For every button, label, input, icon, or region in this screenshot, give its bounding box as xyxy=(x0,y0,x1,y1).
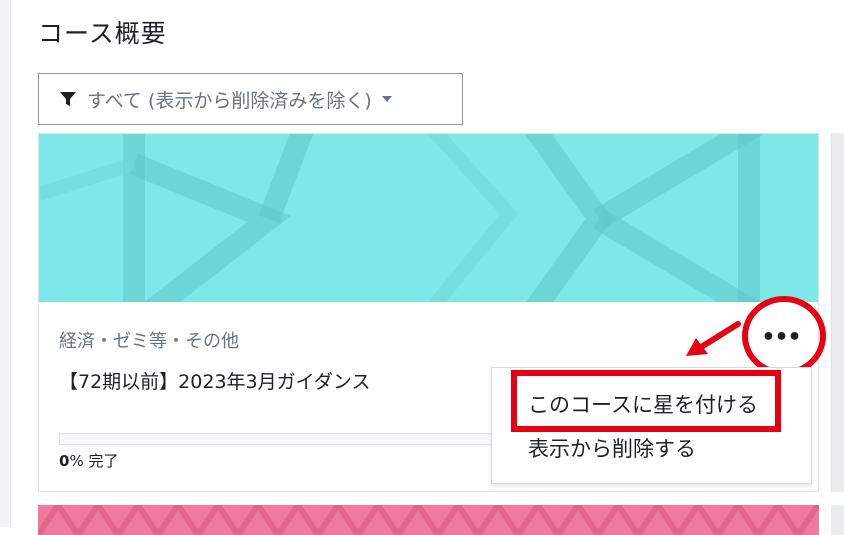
caret-down-icon xyxy=(381,96,392,102)
left-sidebar-edge xyxy=(0,0,11,527)
menu-item-hide-course[interactable]: 表示から削除する xyxy=(528,433,696,463)
course-actions-button[interactable]: ••• xyxy=(759,317,803,357)
progress-suffix: % 完了 xyxy=(69,452,119,470)
next-course-image-pattern xyxy=(38,505,819,535)
progress-value: 0 xyxy=(59,452,70,470)
next-course-card-edge xyxy=(831,133,844,492)
course-filter-dropdown[interactable]: すべて (表示から削除済みを除く) xyxy=(38,73,463,125)
course-actions-menu: このコースに星を付ける 表示から削除する xyxy=(491,367,812,484)
progress-bar xyxy=(59,433,501,445)
page-title: コース概要 xyxy=(38,19,167,48)
course-category: 経済・ゼミ等・その他 xyxy=(59,331,239,352)
annotation-arrow-icon xyxy=(686,321,741,356)
next-course-card-edge-bottom xyxy=(831,505,844,535)
filter-label: すべて (表示から削除済みを除く) xyxy=(87,89,372,112)
menu-item-star-course[interactable]: このコースに星を付ける xyxy=(528,389,758,419)
next-course-image[interactable] xyxy=(38,505,819,535)
ellipsis-icon: ••• xyxy=(761,324,801,350)
funnel-icon xyxy=(59,90,77,108)
progress-text: 0% 完了 xyxy=(59,450,118,471)
course-image[interactable] xyxy=(39,134,818,302)
course-image-pattern xyxy=(39,134,818,302)
course-name-link[interactable]: 【72期以前】2023年3月ガイダンス xyxy=(59,367,370,394)
